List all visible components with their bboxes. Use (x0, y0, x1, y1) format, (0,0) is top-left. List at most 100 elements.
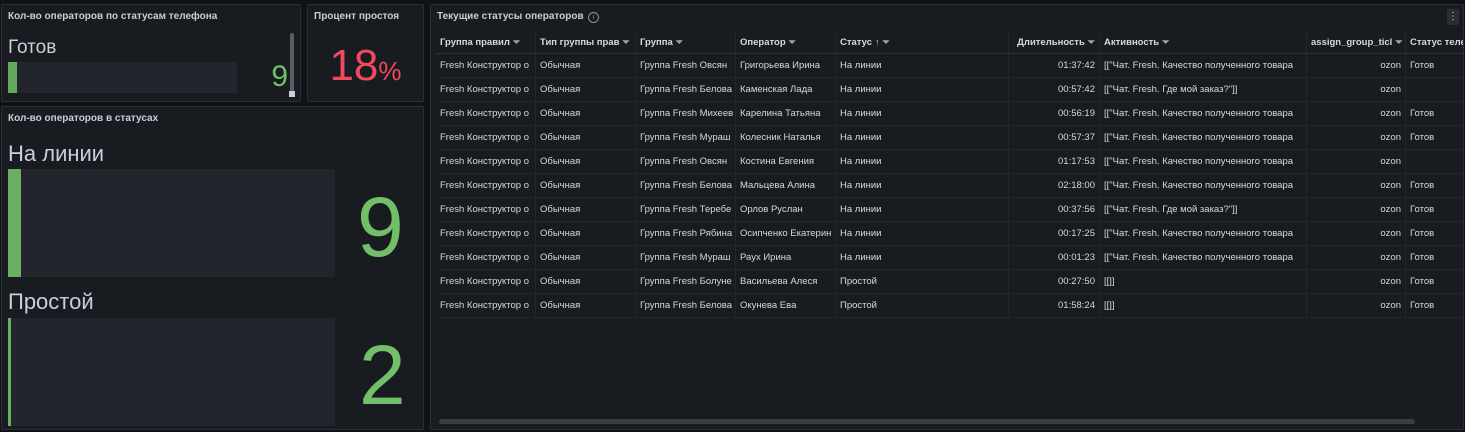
table-cell: [["Чат. Fresh. Качество полученного това… (1100, 246, 1307, 269)
table-cell: ozon (1307, 246, 1406, 269)
table-cell: Раух Ирина (736, 246, 836, 269)
filter-icon[interactable]: ⏷ (676, 32, 683, 53)
info-icon[interactable]: i (588, 12, 599, 23)
table-cell: Каменская Лада (736, 78, 836, 101)
table-cell: Группа Fresh Белова (636, 78, 736, 101)
table-cell: Fresh Конструктор о (436, 270, 536, 293)
table-row[interactable]: Fresh Конструктор о Обычная Группа Fresh М… (436, 246, 1463, 270)
table-cell: На линии (836, 126, 1009, 149)
table-cell: 00:57:37 (1009, 126, 1100, 149)
table-cell: 00:56:19 (1009, 102, 1100, 125)
table-row[interactable]: Fresh Конструктор о Обычная Группа Fresh Б… (436, 174, 1463, 198)
table-cell: [["Чат. Fresh. Качество полученного това… (1100, 126, 1307, 149)
table-row[interactable]: Fresh Конструктор о Обычная Группа Fresh Б… (436, 78, 1463, 102)
table-row[interactable]: Fresh Конструктор о Обычная Группа Fresh М… (436, 126, 1463, 150)
horizontal-scrollbar[interactable] (439, 419, 1415, 424)
status-row-label: На линии (8, 141, 105, 166)
sort-ascending-icon[interactable]: ↑ (875, 32, 880, 53)
column-header-label: Группа правил (440, 37, 510, 48)
table-cell: Готов (1406, 54, 1463, 77)
table-cell: 01:17:53 (1009, 150, 1100, 173)
table-cell: Костина Евгения (736, 150, 836, 173)
table-cell: 02:18:00 (1009, 174, 1100, 197)
table-cell: Fresh Конструктор о (436, 102, 536, 125)
table-cell: Fresh Конструктор о (436, 150, 536, 173)
resize-handle[interactable] (289, 91, 295, 97)
table-cell: На линии (836, 102, 1009, 125)
table-cell: Fresh Конструктор о (436, 78, 536, 101)
filter-icon[interactable]: ⏷ (883, 32, 890, 53)
table-cell: ozon (1307, 174, 1406, 197)
kebab-menu-icon[interactable]: ⋮ (1447, 9, 1459, 25)
table-row[interactable]: Fresh Конструктор о Обычная Группа Fresh Р… (436, 222, 1463, 246)
table-cell: Fresh Конструктор о (436, 174, 536, 197)
table-row[interactable]: Fresh Конструктор о Обычная Группа Fresh Б… (436, 270, 1463, 294)
filter-icon[interactable]: ⏷ (789, 32, 796, 53)
column-header[interactable]: Статус теле (1406, 32, 1463, 53)
table-cell: Fresh Конструктор о (436, 126, 536, 149)
table-cell: Обычная (536, 270, 636, 293)
status-value: 9 (271, 60, 288, 93)
column-header[interactable]: assign_group_ticl ⏷ (1307, 32, 1406, 53)
column-header-label: assign_group_ticl (1311, 37, 1393, 48)
filter-icon[interactable]: ⏷ (1162, 32, 1169, 53)
column-header[interactable]: Оператор ⏷ (736, 32, 836, 53)
table-cell: Обычная (536, 294, 636, 317)
table-cell: На линии (836, 246, 1009, 269)
table-cell: Группа Fresh Овсян (636, 54, 736, 77)
table-cell: Обычная (536, 150, 636, 173)
table-cell: Орлов Руслан (736, 198, 836, 221)
bar-gauge-track (8, 169, 335, 277)
column-header[interactable]: Группа ⏷ (636, 32, 736, 53)
table-cell: ozon (1307, 222, 1406, 245)
phone-status-panel: Кол-во операторов по статусам телефона Г… (1, 4, 301, 102)
table-cell: ozon (1307, 270, 1406, 293)
table-header: Группа правил ⏷ Тип группы прав ⏷ Группа ⏷ Опе… (436, 32, 1463, 54)
vertical-scrollbar[interactable] (290, 33, 294, 95)
table-row[interactable]: Fresh Конструктор о Обычная Группа Fresh Т… (436, 198, 1463, 222)
table-cell: На линии (836, 222, 1009, 245)
column-header-label: Оператор (740, 37, 786, 48)
filter-icon[interactable]: ⏷ (622, 32, 629, 53)
table-cell: 00:01:23 (1009, 246, 1100, 269)
filter-icon[interactable]: ⏷ (513, 32, 520, 53)
stat-number: 18 (329, 41, 379, 90)
table-row[interactable]: Fresh Конструктор о Обычная Группа Fresh М… (436, 102, 1463, 126)
table-cell: Группа Fresh Рябина (636, 222, 736, 245)
column-header[interactable]: Статус ↑ ⏷ (836, 32, 1009, 53)
table-cell: Обычная (536, 126, 636, 149)
status-label: Готов (8, 37, 57, 58)
table-row[interactable]: Fresh Конструктор о Обычная Группа Fresh Б… (436, 294, 1463, 318)
table-cell: Готов (1406, 270, 1463, 293)
column-header[interactable]: Тип группы прав ⏷ (536, 32, 636, 53)
table-cell: 00:57:42 (1009, 78, 1100, 101)
bar-gauge-track (8, 318, 335, 426)
table-cell: Группа Fresh Михеев (636, 102, 736, 125)
column-header[interactable]: Длительность ⏷ (1009, 32, 1100, 53)
table-row[interactable]: Fresh Конструктор о Обычная Группа Fresh О… (436, 150, 1463, 174)
table-cell: ozon (1307, 198, 1406, 221)
panel-title: Текущие статусы операторов (437, 11, 584, 22)
table-cell (1406, 150, 1463, 173)
status-row-value: 2 (359, 328, 406, 422)
table-cell: [["Чат. Fresh. Качество полученного това… (1100, 174, 1307, 197)
table-cell: Готов (1406, 174, 1463, 197)
table-row[interactable]: Fresh Конструктор о Обычная Группа Fresh О… (436, 54, 1463, 78)
filter-icon[interactable]: ⏷ (1395, 32, 1402, 53)
table-cell: Мальцева Алина (736, 174, 836, 197)
column-header[interactable]: Активность ⏷ (1100, 32, 1307, 53)
table-cell: [["Чат. Fresh. Качество полученного това… (1100, 102, 1307, 125)
table-cell: Григорьева Ирина (736, 54, 836, 77)
current-statuses-panel: Текущие статусы операторов i ⋮ Группа пр… (430, 4, 1464, 430)
table-cell: Fresh Конструктор о (436, 222, 536, 245)
filter-icon[interactable]: ⏷ (1088, 32, 1095, 53)
table-cell: Готов (1406, 198, 1463, 221)
table-cell: Обычная (536, 54, 636, 77)
idle-percent-panel: Процент простоя 18% (307, 4, 424, 102)
table-cell: Готов (1406, 102, 1463, 125)
column-header[interactable]: Группа правил ⏷ (436, 32, 536, 53)
table-cell: Обычная (536, 78, 636, 101)
bar-gauge-fill (8, 62, 18, 93)
table-cell: Группа Fresh Болуне (636, 270, 736, 293)
table-cell: Группа Fresh Мураш (636, 126, 736, 149)
